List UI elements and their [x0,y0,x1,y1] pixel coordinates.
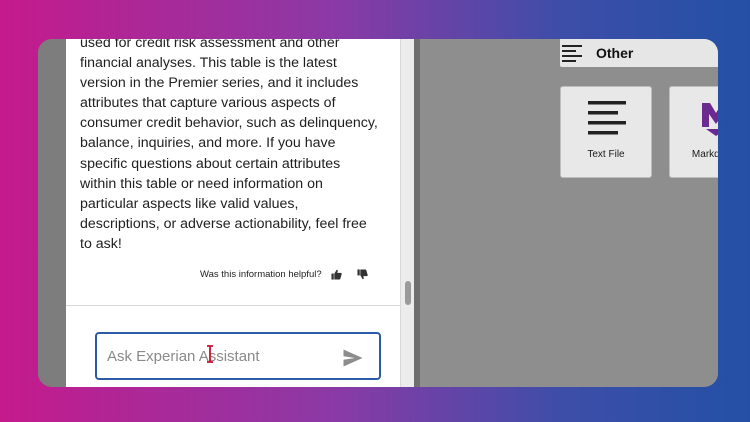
chat-scrollbar[interactable] [400,39,415,387]
section-other[interactable]: Other [560,39,718,67]
message-line: consumer credit behavior, such as delinq… [80,115,378,132]
card-markdown[interactable]: Markdown [669,86,718,178]
thumbs-up-icon[interactable] [331,269,342,280]
chat-input-box[interactable] [95,332,381,380]
card-label: Markdown [691,149,718,160]
app-window: used for credit risk assessment and othe… [38,39,718,387]
message-line: specific questions about certain attribu… [80,155,341,172]
message-line: particular aspects like valid values, [80,195,299,212]
assistant-message: used for credit risk assessment and othe… [80,39,380,254]
message-line: to ask! [80,235,122,252]
card-label: Text File [587,149,625,160]
thumbs-down-icon[interactable] [357,268,368,280]
file-type-panel: Other Text File Markdown [420,39,718,387]
message-line: balance, inquiries, and more. If you hav… [80,135,336,152]
card-text-file[interactable]: Text File [560,86,652,178]
message-line: version in the Premier series, and it in… [80,75,359,92]
feedback-row: Was this information helpful? [200,266,368,282]
message-line: financial analyses. This table is the la… [80,55,337,72]
feedback-prompt: Was this information helpful? [200,268,322,280]
text-cursor-icon [207,345,213,363]
message-line: within this table or need information on [80,175,323,192]
message-line: attributes that capture various aspects … [80,95,336,112]
chat-divider [66,305,401,306]
chat-panel: used for credit risk assessment and othe… [66,39,414,387]
section-label: Other [596,45,634,61]
left-overlay [38,39,66,387]
message-line: descriptions, or adverse actionability, … [80,215,367,232]
send-icon[interactable] [343,349,363,367]
chat-input[interactable] [107,345,327,367]
list-icon [562,45,582,62]
markdown-icon [702,103,718,136]
text-file-icon [588,101,626,135]
message-line: used for credit risk assessment and othe… [80,39,340,51]
scrollbar-thumb[interactable] [405,281,411,305]
